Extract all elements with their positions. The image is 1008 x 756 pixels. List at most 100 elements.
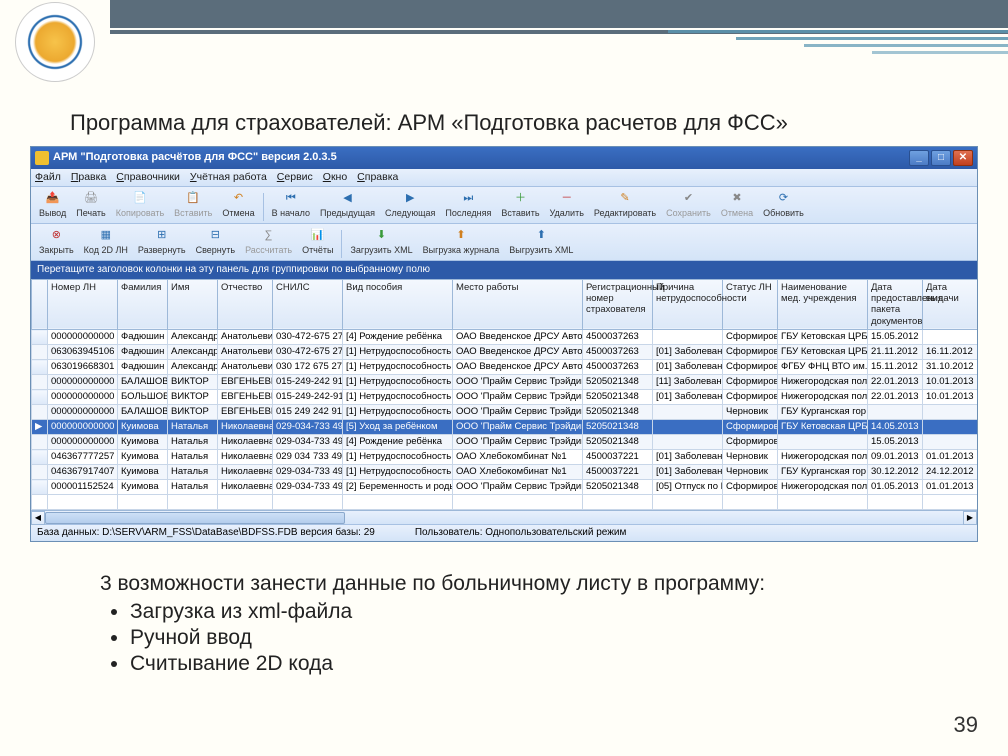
cell[interactable] [923, 435, 978, 450]
cell[interactable]: [01] Заболевание [653, 360, 723, 375]
menu-item[interactable]: Правка [71, 171, 106, 184]
table-row[interactable]: 063019668301ФадюшинАлександрАнатольевич0… [32, 360, 978, 375]
cell[interactable]: 15.05.2012 [868, 330, 923, 345]
cell[interactable]: 046367917407 [48, 465, 118, 480]
cell[interactable]: БАЛАШОВ [118, 375, 168, 390]
cell[interactable]: Куимова [118, 450, 168, 465]
cell[interactable]: Николаевна [218, 450, 273, 465]
scroll-right-button[interactable]: ▶ [963, 511, 977, 525]
toolbar-button-предыдущая[interactable]: ◀Предыдущая [316, 189, 379, 221]
cell[interactable]: Куимова [118, 435, 168, 450]
cell[interactable]: ООО 'Прайм Сервис Трэйдинг С.А.' [453, 405, 583, 420]
table-row[interactable]: 000000000000БАЛАШОВВИКТОРЕВГЕНЬЕВИЧ015 2… [32, 405, 978, 420]
cell[interactable] [653, 330, 723, 345]
cell[interactable]: Фадюшин [118, 345, 168, 360]
cell[interactable]: 22.01.2013 [868, 375, 923, 390]
cell[interactable]: 16.11.2012 [923, 345, 978, 360]
group-by-hint[interactable]: Перетащите заголовок колонки на эту пане… [31, 261, 977, 279]
column-header[interactable]: Место работы [453, 279, 583, 330]
cell[interactable]: [5] Уход за ребёнком [343, 420, 453, 435]
column-header[interactable]: Дата выдачи [923, 279, 978, 330]
cell[interactable]: ООО 'Прайм Сервис Трэйдинг С.А.' [453, 390, 583, 405]
cell[interactable]: 046367777257 [48, 450, 118, 465]
column-header[interactable]: Дата предоставления пакета документов [868, 279, 923, 330]
table-row[interactable]: 000000000000БОЛЬШОВВИКТОРЕВГЕНЬЕВИЧ015-2… [32, 390, 978, 405]
cell[interactable]: 4500037263 [583, 360, 653, 375]
cell[interactable]: Фадюшин [118, 360, 168, 375]
cell[interactable]: [4] Рождение ребёнка [343, 330, 453, 345]
cell[interactable]: 5205021348 [583, 375, 653, 390]
cell[interactable]: 000000000000 [48, 420, 118, 435]
column-header[interactable]: Наименование мед. учреждения [778, 279, 868, 330]
cell[interactable]: [1] Нетрудоспособность [343, 465, 453, 480]
table-row[interactable]: ▶000000000000КуимоваНатальяНиколаевна029… [32, 420, 978, 435]
cell[interactable]: Черновик [723, 450, 778, 465]
cell[interactable]: 5205021348 [583, 420, 653, 435]
cell[interactable]: 09.01.2013 [868, 450, 923, 465]
cell[interactable]: Фадюшин [118, 330, 168, 345]
cell[interactable]: БОЛЬШОВ [118, 390, 168, 405]
cell[interactable]: 22.01.2013 [868, 390, 923, 405]
cell[interactable]: БАЛАШОВ [118, 405, 168, 420]
cell[interactable] [653, 420, 723, 435]
table-row[interactable]: 063063945106ФадюшинАлександрАнатольевич0… [32, 345, 978, 360]
cell[interactable]: 030-472-675 27 [273, 330, 343, 345]
cell[interactable] [923, 405, 978, 420]
cell[interactable]: [01] Заболевание [653, 390, 723, 405]
cell[interactable]: 015-249-242-91 [273, 390, 343, 405]
cell[interactable]: 24.12.2012 [923, 465, 978, 480]
cell[interactable]: ВИКТОР [168, 390, 218, 405]
column-header[interactable]: Регистрационный номер страхователя [583, 279, 653, 330]
cell[interactable]: Наталья [168, 420, 218, 435]
cell[interactable]: 000000000000 [48, 390, 118, 405]
cell[interactable]: Нижегородская пол. [778, 480, 868, 495]
cell[interactable]: ВИКТОР [168, 375, 218, 390]
menu-item[interactable]: Окно [323, 171, 347, 184]
cell[interactable]: [01] Заболевание [653, 450, 723, 465]
menubar[interactable]: ФайлПравкаСправочникиУчётная работаСерви… [31, 169, 977, 187]
cell[interactable]: 15.05.2013 [868, 435, 923, 450]
cell[interactable]: Наталья [168, 480, 218, 495]
cell[interactable]: [1] Нетрудоспособность [343, 345, 453, 360]
minimize-button[interactable]: _ [909, 150, 929, 166]
cell[interactable]: ЕВГЕНЬЕВИЧ [218, 405, 273, 420]
cell[interactable]: ГБУ Кетовская ЦРБ [778, 330, 868, 345]
cell[interactable]: Анатольевич [218, 330, 273, 345]
menu-item[interactable]: Справка [357, 171, 398, 184]
cell[interactable]: 029-034-733 49 [273, 420, 343, 435]
cell[interactable]: ООО 'Прайм Сервис Трэйдинг С.А.' [453, 480, 583, 495]
window-titlebar[interactable]: АРМ "Подготовка расчётов для ФСС" версия… [31, 147, 977, 169]
cell[interactable]: [01] Заболевание [653, 345, 723, 360]
toolbar-button-обновить[interactable]: ⟳Обновить [759, 189, 808, 221]
cell[interactable]: ГБУ Кетовская ЦРБ [778, 420, 868, 435]
cell[interactable]: 5205021348 [583, 405, 653, 420]
cell[interactable]: Николаевна [218, 435, 273, 450]
cell[interactable]: 030-472-675 27 [273, 345, 343, 360]
scroll-left-button[interactable]: ◀ [31, 511, 45, 525]
cell[interactable]: 4500037263 [583, 330, 653, 345]
column-header[interactable]: Фамилия [118, 279, 168, 330]
cell[interactable]: 4500037221 [583, 450, 653, 465]
cell[interactable]: [11] Заболевание [653, 375, 723, 390]
cell[interactable]: Николаевна [218, 420, 273, 435]
cell[interactable]: Сформирован [723, 330, 778, 345]
cell[interactable]: 01.01.2013 [923, 480, 978, 495]
cell[interactable]: Куимова [118, 465, 168, 480]
cell[interactable]: Нижегородская пол. [778, 450, 868, 465]
cell[interactable]: 10.01.2013 [923, 390, 978, 405]
cell[interactable]: 029 034 733 49 [273, 450, 343, 465]
column-header[interactable]: Вид пособия [343, 279, 453, 330]
cell[interactable]: 4500037221 [583, 465, 653, 480]
cell[interactable]: 30.12.2012 [868, 465, 923, 480]
cell[interactable]: ОАО Хлебокомбинат №1 [453, 450, 583, 465]
cell[interactable]: [1] Нетрудоспособность [343, 375, 453, 390]
cell[interactable]: ГБУ Курганская гор. [778, 465, 868, 480]
cell[interactable] [778, 435, 868, 450]
column-header[interactable]: Отчество [218, 279, 273, 330]
table-row[interactable]: 000001152524КуимоваНатальяНиколаевна029-… [32, 480, 978, 495]
table-row[interactable]: 000000000000КуимоваНатальяНиколаевна029-… [32, 435, 978, 450]
cell[interactable]: Наталья [168, 435, 218, 450]
cell[interactable]: 000001152524 [48, 480, 118, 495]
cell[interactable]: 030 172 675 27 [273, 360, 343, 375]
cell[interactable]: ФГБУ ФНЦ ВТО им.Г. [778, 360, 868, 375]
